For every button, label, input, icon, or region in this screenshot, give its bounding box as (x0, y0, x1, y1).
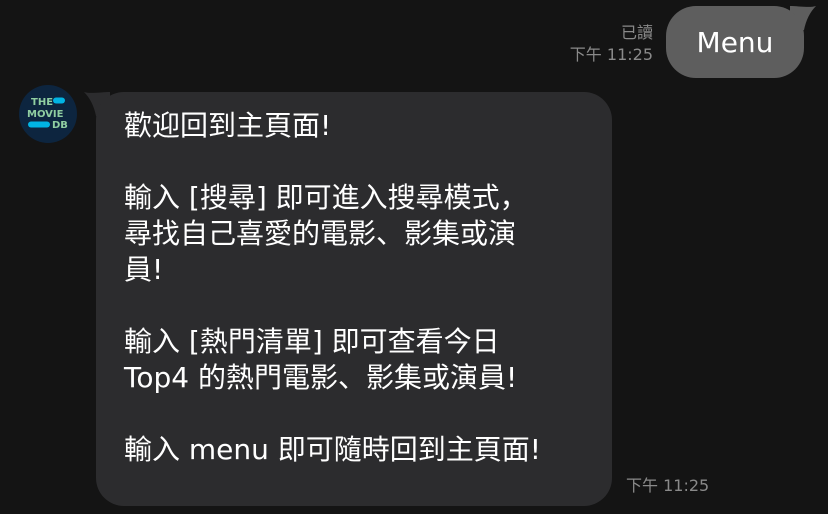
avatar-line-2: MOVIE (27, 109, 64, 120)
read-status: 已讀 (620, 23, 653, 42)
message-paragraph: 輸入 menu 即可隨時回到主頁面! (124, 433, 542, 466)
chat-view: 已讀 下午 11:25 Menu THE MOVIE DB 歡迎回到主頁面! 輸… (0, 0, 828, 514)
tmdb-avatar[interactable]: THE MOVIE DB (19, 85, 77, 143)
outgoing-time: 下午 11:25 (569, 45, 653, 64)
avatar-line-3: DB (52, 120, 68, 131)
avatar-line-1: THE (31, 97, 53, 108)
outgoing-message-bubble[interactable]: Menu (666, 6, 804, 78)
outgoing-meta: 已讀 下午 11:25 (570, 22, 653, 66)
avatar-pill-2 (28, 121, 50, 128)
incoming-time: 下午 11:25 (626, 476, 710, 495)
tmdb-logo-icon: THE MOVIE DB (27, 97, 68, 131)
message-paragraph: 輸入 [搜尋] 即可進入搜尋模式， 尋找自己喜愛的電影、影集或演 員! (124, 181, 528, 286)
avatar-pill-1 (53, 97, 65, 104)
outgoing-message-text: Menu (696, 25, 774, 59)
message-paragraph: 歡迎回到主頁面! (124, 109, 332, 142)
incoming-message-bubble[interactable]: 歡迎回到主頁面! 輸入 [搜尋] 即可進入搜尋模式， 尋找自己喜愛的電影、影集或… (96, 92, 612, 506)
message-paragraph: 輸入 [熱門清單] 即可查看今日 Top4 的熱門電影、影集或演員! (124, 325, 518, 394)
